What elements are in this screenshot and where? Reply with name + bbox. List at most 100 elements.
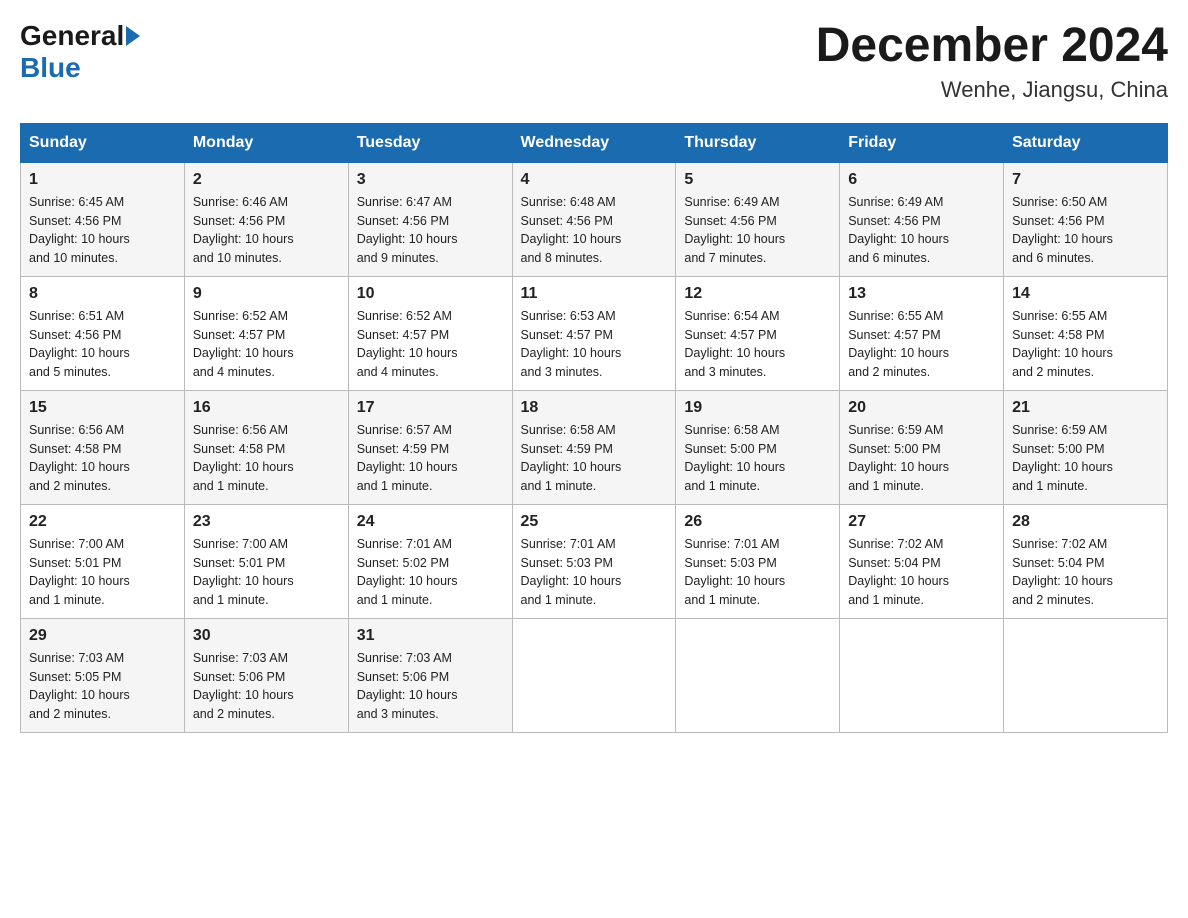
calendar-cell: 1 Sunrise: 6:45 AMSunset: 4:56 PMDaylight… <box>21 162 185 276</box>
day-number: 3 <box>357 171 504 189</box>
day-info: Sunrise: 6:58 AMSunset: 5:00 PMDaylight:… <box>684 421 831 496</box>
day-number: 15 <box>29 399 176 417</box>
calendar-cell: 16 Sunrise: 6:56 AMSunset: 4:58 PMDayligh… <box>184 390 348 504</box>
day-info: Sunrise: 7:01 AMSunset: 5:03 PMDaylight:… <box>684 535 831 610</box>
day-info: Sunrise: 7:02 AMSunset: 5:04 PMDaylight:… <box>1012 535 1159 610</box>
day-number: 12 <box>684 285 831 303</box>
calendar-cell: 27 Sunrise: 7:02 AMSunset: 5:04 PMDayligh… <box>840 504 1004 618</box>
calendar-cell <box>512 618 676 732</box>
calendar-cell: 7Sunrise: 6:50 AMSunset: 4:56 PMDaylight… <box>1004 162 1168 276</box>
page-header: General Blue December 2024 Wenhe, Jiangs… <box>20 20 1168 103</box>
calendar-cell: 30Sunrise: 7:03 AMSunset: 5:06 PMDayligh… <box>184 618 348 732</box>
calendar-week-row: 1 Sunrise: 6:45 AMSunset: 4:56 PMDaylight… <box>21 162 1168 276</box>
calendar-cell: 31 Sunrise: 7:03 AMSunset: 5:06 PMDayligh… <box>348 618 512 732</box>
day-number: 16 <box>193 399 340 417</box>
calendar-cell: 20Sunrise: 6:59 AMSunset: 5:00 PMDayligh… <box>840 390 1004 504</box>
calendar-cell: 6Sunrise: 6:49 AMSunset: 4:56 PMDaylight… <box>840 162 1004 276</box>
day-info: Sunrise: 6:55 AMSunset: 4:57 PMDaylight:… <box>848 307 995 382</box>
calendar-week-row: 29 Sunrise: 7:03 AMSunset: 5:05 PMDayligh… <box>21 618 1168 732</box>
logo-arrow-icon <box>126 26 140 46</box>
day-number: 27 <box>848 513 995 531</box>
calendar-cell: 4 Sunrise: 6:48 AMSunset: 4:56 PMDaylight… <box>512 162 676 276</box>
calendar-header-tuesday: Tuesday <box>348 123 512 162</box>
calendar-cell: 26 Sunrise: 7:01 AMSunset: 5:03 PMDayligh… <box>676 504 840 618</box>
logo-general-text: General <box>20 20 124 52</box>
day-number: 13 <box>848 285 995 303</box>
day-info: Sunrise: 6:53 AMSunset: 4:57 PMDaylight:… <box>521 307 668 382</box>
day-info: Sunrise: 6:47 AMSunset: 4:56 PMDaylight:… <box>357 193 504 268</box>
calendar-cell <box>1004 618 1168 732</box>
day-info: Sunrise: 6:45 AMSunset: 4:56 PMDaylight:… <box>29 193 176 268</box>
day-info: Sunrise: 6:49 AMSunset: 4:56 PMDaylight:… <box>684 193 831 268</box>
calendar-cell: 13 Sunrise: 6:55 AMSunset: 4:57 PMDayligh… <box>840 276 1004 390</box>
day-number: 25 <box>521 513 668 531</box>
day-number: 1 <box>29 171 176 189</box>
calendar-cell: 29 Sunrise: 7:03 AMSunset: 5:05 PMDayligh… <box>21 618 185 732</box>
calendar-cell: 11 Sunrise: 6:53 AMSunset: 4:57 PMDayligh… <box>512 276 676 390</box>
calendar-cell: 12 Sunrise: 6:54 AMSunset: 4:57 PMDayligh… <box>676 276 840 390</box>
day-number: 2 <box>193 171 340 189</box>
day-info: Sunrise: 6:55 AMSunset: 4:58 PMDaylight:… <box>1012 307 1159 382</box>
day-number: 23 <box>193 513 340 531</box>
day-info: Sunrise: 6:52 AMSunset: 4:57 PMDaylight:… <box>193 307 340 382</box>
calendar-cell: 3 Sunrise: 6:47 AMSunset: 4:56 PMDaylight… <box>348 162 512 276</box>
calendar-cell: 19Sunrise: 6:58 AMSunset: 5:00 PMDayligh… <box>676 390 840 504</box>
day-number: 18 <box>521 399 668 417</box>
day-info: Sunrise: 6:56 AMSunset: 4:58 PMDaylight:… <box>193 421 340 496</box>
day-info: Sunrise: 6:48 AMSunset: 4:56 PMDaylight:… <box>521 193 668 268</box>
calendar-table: SundayMondayTuesdayWednesdayThursdayFrid… <box>20 123 1168 733</box>
calendar-cell <box>840 618 1004 732</box>
calendar-week-row: 8 Sunrise: 6:51 AMSunset: 4:56 PMDaylight… <box>21 276 1168 390</box>
day-info: Sunrise: 6:54 AMSunset: 4:57 PMDaylight:… <box>684 307 831 382</box>
calendar-cell: 10 Sunrise: 6:52 AMSunset: 4:57 PMDayligh… <box>348 276 512 390</box>
day-number: 29 <box>29 627 176 645</box>
day-info: Sunrise: 6:57 AMSunset: 4:59 PMDaylight:… <box>357 421 504 496</box>
day-number: 9 <box>193 285 340 303</box>
day-info: Sunrise: 6:59 AMSunset: 5:00 PMDaylight:… <box>1012 421 1159 496</box>
day-number: 10 <box>357 285 504 303</box>
calendar-header-saturday: Saturday <box>1004 123 1168 162</box>
calendar-cell: 18 Sunrise: 6:58 AMSunset: 4:59 PMDayligh… <box>512 390 676 504</box>
day-number: 7 <box>1012 171 1159 189</box>
day-number: 11 <box>521 285 668 303</box>
day-number: 26 <box>684 513 831 531</box>
day-number: 24 <box>357 513 504 531</box>
calendar-header-row: SundayMondayTuesdayWednesdayThursdayFrid… <box>21 123 1168 162</box>
calendar-cell: 17 Sunrise: 6:57 AMSunset: 4:59 PMDayligh… <box>348 390 512 504</box>
day-info: Sunrise: 7:03 AMSunset: 5:06 PMDaylight:… <box>193 649 340 724</box>
day-info: Sunrise: 6:46 AMSunset: 4:56 PMDaylight:… <box>193 193 340 268</box>
calendar-cell: 25 Sunrise: 7:01 AMSunset: 5:03 PMDayligh… <box>512 504 676 618</box>
calendar-cell: 24Sunrise: 7:01 AMSunset: 5:02 PMDayligh… <box>348 504 512 618</box>
calendar-cell: 23 Sunrise: 7:00 AMSunset: 5:01 PMDayligh… <box>184 504 348 618</box>
calendar-cell: 21Sunrise: 6:59 AMSunset: 5:00 PMDayligh… <box>1004 390 1168 504</box>
day-number: 5 <box>684 171 831 189</box>
calendar-cell: 15 Sunrise: 6:56 AMSunset: 4:58 PMDayligh… <box>21 390 185 504</box>
day-info: Sunrise: 7:03 AMSunset: 5:05 PMDaylight:… <box>29 649 176 724</box>
day-info: Sunrise: 7:03 AMSunset: 5:06 PMDaylight:… <box>357 649 504 724</box>
day-number: 4 <box>521 171 668 189</box>
day-info: Sunrise: 6:56 AMSunset: 4:58 PMDaylight:… <box>29 421 176 496</box>
day-number: 8 <box>29 285 176 303</box>
calendar-header-wednesday: Wednesday <box>512 123 676 162</box>
logo: General Blue <box>20 20 142 84</box>
day-info: Sunrise: 6:58 AMSunset: 4:59 PMDaylight:… <box>521 421 668 496</box>
day-info: Sunrise: 7:01 AMSunset: 5:03 PMDaylight:… <box>521 535 668 610</box>
calendar-header-thursday: Thursday <box>676 123 840 162</box>
day-number: 17 <box>357 399 504 417</box>
calendar-cell: 14 Sunrise: 6:55 AMSunset: 4:58 PMDayligh… <box>1004 276 1168 390</box>
calendar-week-row: 15 Sunrise: 6:56 AMSunset: 4:58 PMDayligh… <box>21 390 1168 504</box>
day-info: Sunrise: 7:00 AMSunset: 5:01 PMDaylight:… <box>29 535 176 610</box>
day-info: Sunrise: 6:52 AMSunset: 4:57 PMDaylight:… <box>357 307 504 382</box>
calendar-cell: 8 Sunrise: 6:51 AMSunset: 4:56 PMDaylight… <box>21 276 185 390</box>
day-number: 22 <box>29 513 176 531</box>
calendar-week-row: 22 Sunrise: 7:00 AMSunset: 5:01 PMDayligh… <box>21 504 1168 618</box>
day-info: Sunrise: 6:51 AMSunset: 4:56 PMDaylight:… <box>29 307 176 382</box>
day-number: 31 <box>357 627 504 645</box>
day-number: 14 <box>1012 285 1159 303</box>
day-number: 20 <box>848 399 995 417</box>
day-number: 6 <box>848 171 995 189</box>
calendar-cell: 28Sunrise: 7:02 AMSunset: 5:04 PMDayligh… <box>1004 504 1168 618</box>
day-info: Sunrise: 7:00 AMSunset: 5:01 PMDaylight:… <box>193 535 340 610</box>
calendar-header-sunday: Sunday <box>21 123 185 162</box>
day-info: Sunrise: 7:02 AMSunset: 5:04 PMDaylight:… <box>848 535 995 610</box>
